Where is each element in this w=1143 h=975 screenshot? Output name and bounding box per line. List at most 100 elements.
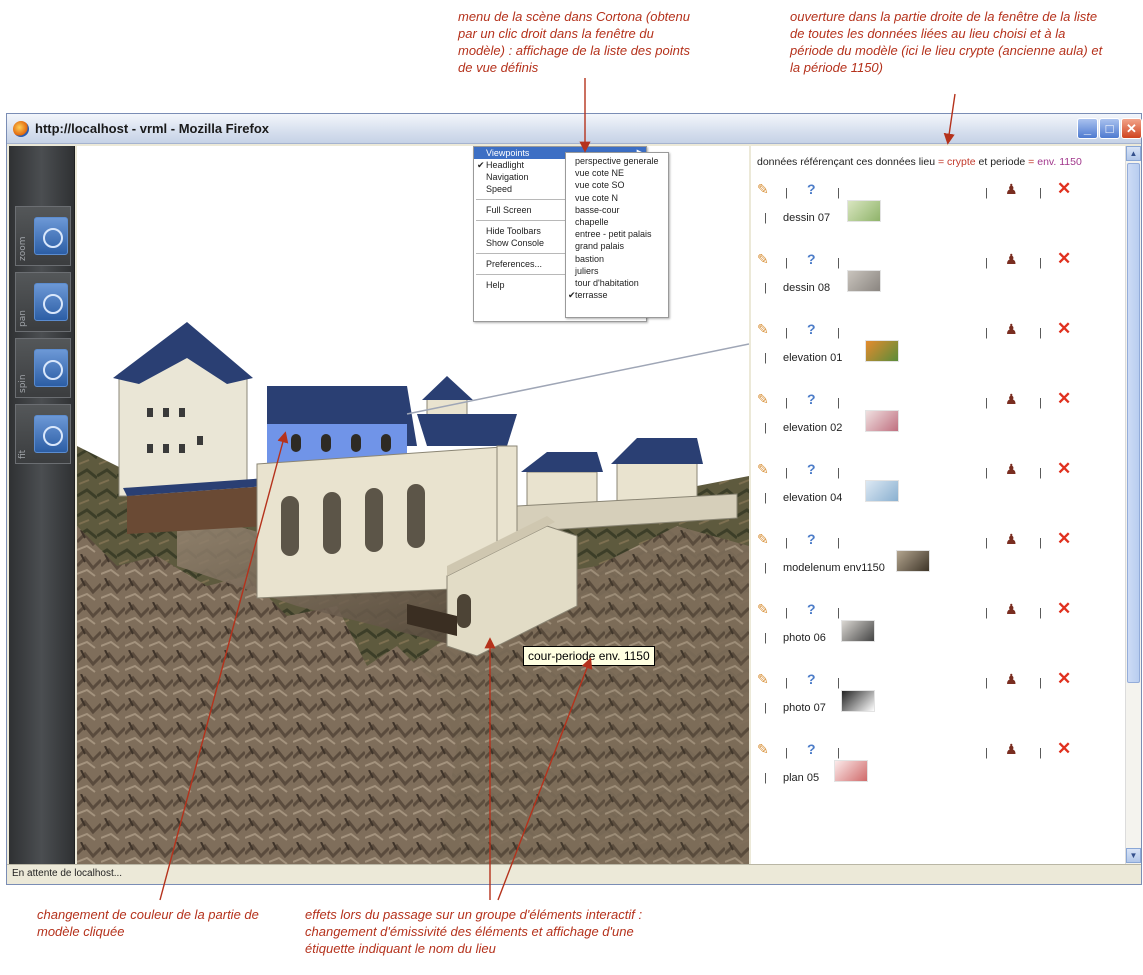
record-label[interactable]: photo 07	[783, 702, 826, 714]
record-thumbnail[interactable]	[840, 620, 875, 642]
pencil-icon[interactable]: ✎	[757, 600, 769, 618]
viewpoint-item[interactable]: perspective generale	[566, 155, 668, 167]
separator: |	[764, 212, 767, 224]
record-label[interactable]: dessin 08	[783, 282, 830, 294]
zoom-tool-button[interactable]: zoom	[15, 206, 71, 266]
user-edit-icon[interactable]: ♟	[1005, 670, 1018, 688]
delete-icon[interactable]: ✕	[1057, 180, 1071, 198]
separator: |	[985, 397, 988, 409]
pan-tool-button[interactable]: pan	[15, 272, 71, 332]
pencil-icon[interactable]: ✎	[757, 460, 769, 478]
record-thumbnail[interactable]	[865, 480, 900, 502]
user-edit-icon[interactable]: ♟	[1005, 740, 1018, 758]
separator: |	[785, 607, 788, 619]
delete-icon[interactable]: ✕	[1057, 320, 1071, 338]
separator: |	[785, 747, 788, 759]
scroll-down-button[interactable]: ▼	[1126, 848, 1141, 863]
user-edit-icon[interactable]: ♟	[1005, 180, 1018, 198]
maximize-button[interactable]: □	[1099, 118, 1120, 139]
annotation-hover-effects: effets lors du passage sur un groupe d'é…	[305, 907, 643, 956]
delete-icon[interactable]: ✕	[1057, 670, 1071, 688]
scroll-up-button[interactable]: ▲	[1126, 146, 1141, 161]
help-icon[interactable]: ?	[807, 320, 816, 338]
user-edit-icon[interactable]: ♟	[1005, 530, 1018, 548]
help-icon[interactable]: ?	[807, 250, 816, 268]
record-actions: ✎ |? | | ♟ | ✕	[757, 530, 1117, 550]
viewpoint-item[interactable]: tour d'habitation	[566, 277, 668, 289]
help-icon[interactable]: ?	[807, 180, 816, 198]
record-thumbnail[interactable]	[865, 410, 900, 432]
user-edit-icon[interactable]: ♟	[1005, 600, 1018, 618]
viewpoint-item[interactable]: entree - petit palais	[566, 228, 668, 240]
fit-icon	[34, 415, 68, 453]
separator: |	[985, 257, 988, 269]
separator: |	[764, 352, 767, 364]
separator: |	[1039, 607, 1042, 619]
delete-icon[interactable]: ✕	[1057, 390, 1071, 408]
fit-tool-button[interactable]: fit	[15, 404, 71, 464]
delete-icon[interactable]: ✕	[1057, 530, 1071, 548]
record-thumbnail[interactable]	[846, 270, 881, 292]
separator: |	[837, 677, 840, 689]
record-label[interactable]: elevation 01	[783, 352, 842, 364]
user-edit-icon[interactable]: ♟	[1005, 250, 1018, 268]
viewpoint-item[interactable]: vue cote NE	[566, 167, 668, 179]
viewpoint-item[interactable]: vue cote SO	[566, 179, 668, 191]
record-actions: ✎ |? | | ♟ | ✕	[757, 600, 1117, 620]
delete-icon[interactable]: ✕	[1057, 740, 1071, 758]
viewpoint-item[interactable]: basse-cour	[566, 204, 668, 216]
user-edit-icon[interactable]: ♟	[1005, 390, 1018, 408]
help-icon[interactable]: ?	[807, 740, 816, 758]
record-thumbnail[interactable]	[834, 760, 869, 782]
help-icon[interactable]: ?	[807, 670, 816, 688]
help-icon[interactable]: ?	[807, 600, 816, 618]
window-title: http://localhost - vrml - Mozilla Firefo…	[35, 121, 270, 136]
pencil-icon[interactable]: ✎	[757, 390, 769, 408]
record-label[interactable]: plan 05	[783, 772, 819, 784]
pencil-icon[interactable]: ✎	[757, 740, 769, 758]
pencil-icon[interactable]: ✎	[757, 180, 769, 198]
record-actions: ✎ |? | | ♟ | ✕	[757, 670, 1117, 690]
pencil-icon[interactable]: ✎	[757, 250, 769, 268]
separator: |	[1039, 537, 1042, 549]
record-thumbnail[interactable]	[896, 550, 931, 572]
record-thumbnail[interactable]	[840, 690, 875, 712]
panel-header: données référençant ces données lieu = c…	[757, 156, 1082, 168]
viewpoint-item[interactable]: chapelle	[566, 216, 668, 228]
record-label[interactable]: dessin 07	[783, 212, 830, 224]
scroll-thumb[interactable]	[1127, 163, 1140, 683]
spin-tool-button[interactable]: spin	[15, 338, 71, 398]
user-edit-icon[interactable]: ♟	[1005, 320, 1018, 338]
vrml-3d-viewport[interactable]: Viewpoints▶ ✔Headlight Navigation▶ Speed…	[77, 146, 749, 864]
separator: |	[1039, 677, 1042, 689]
record-label[interactable]: modelenum env1150	[783, 562, 885, 574]
record-thumbnail[interactable]	[846, 200, 881, 222]
delete-icon[interactable]: ✕	[1057, 460, 1071, 478]
link-line	[406, 343, 749, 415]
help-icon[interactable]: ?	[807, 390, 816, 408]
viewpoint-item[interactable]: vue cote N	[566, 192, 668, 204]
minimize-button[interactable]: _	[1077, 118, 1098, 139]
viewpoint-item[interactable]: juliers	[566, 265, 668, 277]
user-edit-icon[interactable]: ♟	[1005, 460, 1018, 478]
pencil-icon[interactable]: ✎	[757, 530, 769, 548]
help-icon[interactable]: ?	[807, 530, 816, 548]
pencil-icon[interactable]: ✎	[757, 670, 769, 688]
record-label[interactable]: elevation 04	[783, 492, 842, 504]
delete-icon[interactable]: ✕	[1057, 250, 1071, 268]
viewpoint-item[interactable]: grand palais	[566, 240, 668, 252]
annotation-data-panel: ouverture dans la partie droite de la fe…	[790, 9, 1103, 75]
cortona-navigation-bar: zoom pan spin fit	[9, 146, 75, 864]
panel-scrollbar[interactable]: ▲ ▼	[1125, 146, 1141, 864]
record-label[interactable]: photo 06	[783, 632, 826, 644]
check-icon: ✔	[568, 290, 576, 301]
viewpoint-item-checked[interactable]: ✔ terrasse	[566, 289, 668, 301]
close-button[interactable]: ✕	[1121, 118, 1142, 139]
record-thumbnail[interactable]	[865, 340, 900, 362]
help-icon[interactable]: ?	[807, 460, 816, 478]
delete-icon[interactable]: ✕	[1057, 600, 1071, 618]
browser-window: http://localhost - vrml - Mozilla Firefo…	[6, 113, 1142, 885]
viewpoint-item[interactable]: bastion	[566, 253, 668, 265]
record-label[interactable]: elevation 02	[783, 422, 842, 434]
pencil-icon[interactable]: ✎	[757, 320, 769, 338]
